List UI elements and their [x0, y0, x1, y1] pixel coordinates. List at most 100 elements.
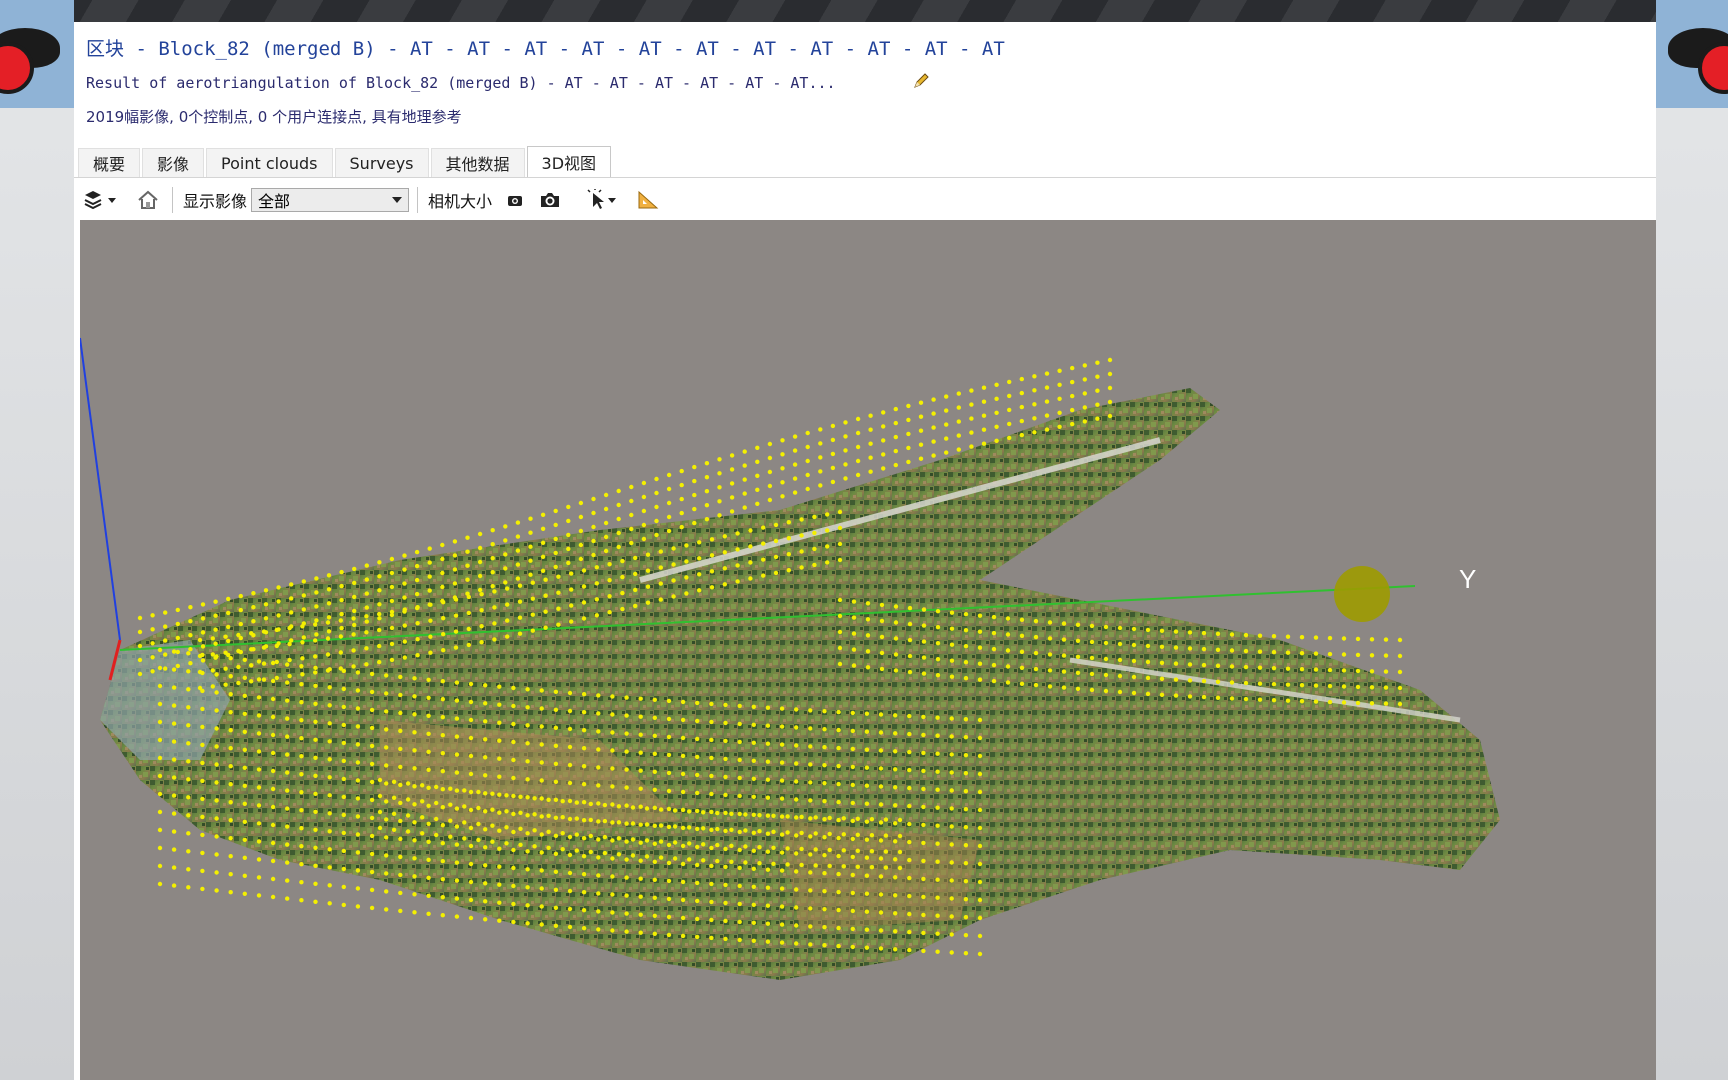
camera-point: [629, 484, 634, 490]
camera-point: [325, 636, 331, 641]
camera-point: [1075, 686, 1081, 691]
camera-point: [624, 875, 629, 880]
camera-point: [981, 385, 987, 390]
camera-point: [454, 716, 460, 721]
camera-point: [415, 637, 420, 642]
camera-point: [869, 817, 875, 822]
camera-point: [956, 433, 961, 438]
camera-point: [1397, 701, 1403, 707]
camera-point: [539, 742, 544, 747]
camera-point: [402, 567, 407, 572]
camera-point: [907, 857, 912, 863]
camera-point: [654, 518, 659, 524]
camera-point: [596, 711, 601, 716]
camera-point: [879, 666, 885, 672]
camera-point: [428, 634, 433, 639]
camera-point: [270, 732, 276, 738]
camera-point: [426, 821, 431, 826]
camera-point: [150, 655, 155, 660]
tab-point-clouds[interactable]: Point clouds: [206, 148, 333, 177]
camera-point: [956, 447, 961, 452]
camera-point: [567, 852, 573, 858]
camera-point: [228, 818, 233, 823]
camera-point: [525, 795, 530, 800]
camera-size-large-button[interactable]: [532, 186, 568, 214]
camera-point: [610, 874, 615, 879]
camera-point: [680, 933, 686, 939]
camera-point: [907, 669, 913, 675]
camera-point: [616, 544, 621, 550]
camera-point: [289, 596, 294, 601]
camera-point: [440, 751, 445, 756]
camera-point: [256, 839, 262, 844]
3d-viewport[interactable]: Y: [80, 220, 1656, 1080]
camera-point: [805, 486, 810, 492]
camera-point: [1145, 659, 1151, 665]
camera-point: [881, 424, 886, 429]
camera-point: [652, 877, 657, 882]
pencil-edit-icon[interactable]: [912, 72, 930, 90]
camera-point: [384, 907, 389, 912]
tab-surveys[interactable]: Surveys: [334, 148, 429, 177]
camera-point: [1007, 421, 1012, 427]
camera-point: [299, 826, 304, 831]
camera-point: [1019, 404, 1024, 410]
camera-point: [893, 620, 899, 625]
camera-point: [426, 857, 431, 862]
tab-other-data[interactable]: 其他数据: [430, 148, 525, 177]
camera-point: [620, 590, 625, 596]
camera-point: [638, 894, 643, 899]
layers-button[interactable]: [78, 186, 122, 214]
camera-point: [630, 821, 636, 826]
camera-point: [497, 810, 502, 815]
camera-point: [883, 817, 889, 822]
camera-point: [581, 926, 587, 931]
camera-point: [468, 717, 474, 723]
camera-point: [453, 629, 459, 634]
camera-point: [949, 950, 954, 955]
display-photos-select[interactable]: 全部: [251, 188, 410, 212]
pick-tool-button[interactable]: [582, 186, 622, 214]
camera-point: [228, 764, 233, 769]
tab-bar: 概要 影像 Point clouds Surveys 其他数据 3D视图: [78, 146, 613, 178]
camera-point: [369, 725, 375, 731]
tab-underline: [74, 177, 1656, 178]
camera-point: [578, 514, 584, 520]
measure-tool-button[interactable]: [630, 186, 666, 214]
camera-point: [157, 791, 163, 797]
camera-point: [186, 831, 191, 836]
camera-point: [448, 834, 453, 839]
camera-point: [581, 746, 587, 751]
camera-point: [398, 908, 403, 914]
camera-point: [313, 654, 318, 659]
camera-point: [355, 850, 361, 855]
block-title: 区块 - Block_82 (merged B) - AT - AT - AT …: [86, 38, 1005, 60]
camera-point: [907, 621, 913, 627]
camera-point: [878, 874, 884, 879]
channel-logo-left: [0, 0, 74, 108]
camera-point: [935, 657, 941, 662]
camera-point: [261, 677, 267, 682]
camera-point: [893, 839, 898, 844]
camera-point: [709, 737, 714, 743]
camera-point: [715, 810, 720, 816]
camera-point: [468, 843, 474, 849]
camera-point: [812, 530, 817, 536]
camera-point: [270, 768, 276, 774]
tab-3d-view[interactable]: 3D视图: [526, 146, 612, 177]
camera-point: [497, 684, 502, 689]
camera-point: [695, 718, 700, 724]
camera-point: [186, 705, 191, 710]
camera-point: [1131, 690, 1137, 696]
camera-point: [822, 835, 827, 840]
camera-size-small-button[interactable]: [500, 186, 530, 214]
tab-overview[interactable]: 概要: [78, 148, 141, 177]
camera-point: [466, 594, 471, 600]
tab-photos[interactable]: 影像: [142, 148, 205, 177]
camera-point: [186, 687, 191, 692]
home-button[interactable]: [130, 186, 166, 214]
camera-point: [864, 855, 870, 860]
camera-point: [398, 710, 403, 716]
camera-point: [949, 734, 954, 739]
camera-point: [525, 777, 530, 782]
